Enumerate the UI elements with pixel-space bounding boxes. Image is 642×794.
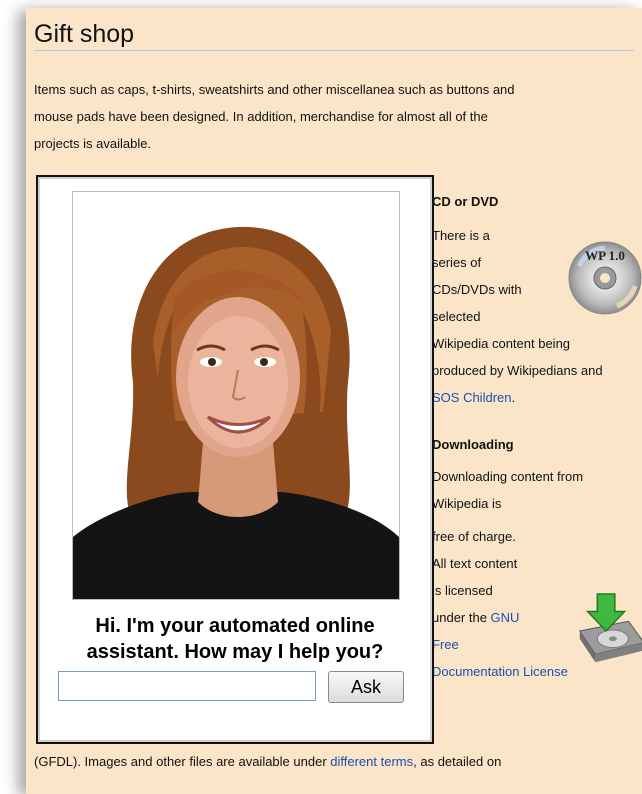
- download-line: free of charge.: [432, 529, 516, 544]
- greeting-line: assistant. How may I help you?: [86, 641, 384, 663]
- portrait-image: [73, 192, 399, 599]
- download-line: Wikipedia is: [432, 496, 502, 511]
- cd-disc-icon: WP 1.0: [568, 241, 642, 315]
- downloading-title: Downloading: [432, 437, 514, 452]
- sos-children-link[interactable]: SOS Children: [432, 390, 511, 405]
- assistant-greeting: Hi. I'm your automated online assistant.…: [38, 613, 432, 665]
- intro-line: projects is available.: [34, 136, 152, 151]
- assistant-portrait: [72, 191, 400, 600]
- assistant-question-input[interactable]: [58, 671, 316, 701]
- download-line: Downloading content from: [432, 469, 584, 484]
- cd-link-line: SOS Children.: [432, 384, 642, 411]
- different-terms-link[interactable]: different terms: [330, 754, 413, 769]
- footer-text-after: , as detailed on: [413, 754, 502, 769]
- footer-line: (GFDL). Images and other files are avail…: [34, 748, 642, 775]
- assistant-popup: Hi. I'm your automated online assistant.…: [36, 175, 434, 744]
- side-content: CD or DVD There is a series of CDs/DVDs …: [432, 192, 642, 685]
- greeting-line: Hi. I'm your automated online: [95, 615, 375, 637]
- wp-label-text: WP 1.0: [585, 248, 625, 263]
- intro-line: Items such as caps, t-shirts, sweatshirt…: [34, 82, 515, 97]
- cd-line: Wikipedia content being: [432, 336, 571, 351]
- footer-text: (GFDL). Images and other files are avail…: [34, 754, 331, 769]
- documentation-license-link[interactable]: Documentation License: [432, 664, 568, 679]
- section-heading: Gift shop: [34, 18, 634, 51]
- free-link[interactable]: Free: [432, 637, 459, 652]
- cd-line: produced by Wikipedians and: [432, 363, 603, 378]
- under-the-text: under the: [432, 610, 491, 625]
- ask-row: Ask: [58, 671, 418, 705]
- ask-button[interactable]: Ask: [328, 671, 404, 703]
- intro-paragraph: Items such as caps, t-shirts, sweatshirt…: [34, 76, 634, 157]
- period-text: .: [511, 390, 516, 405]
- gnu-link[interactable]: GNU: [491, 610, 520, 625]
- intro-line: mouse pads have been designed. In additi…: [34, 109, 488, 124]
- cd-dvd-title: CD or DVD: [432, 194, 499, 209]
- download-line: All text content: [432, 556, 518, 571]
- download-disk-icon: [578, 593, 642, 663]
